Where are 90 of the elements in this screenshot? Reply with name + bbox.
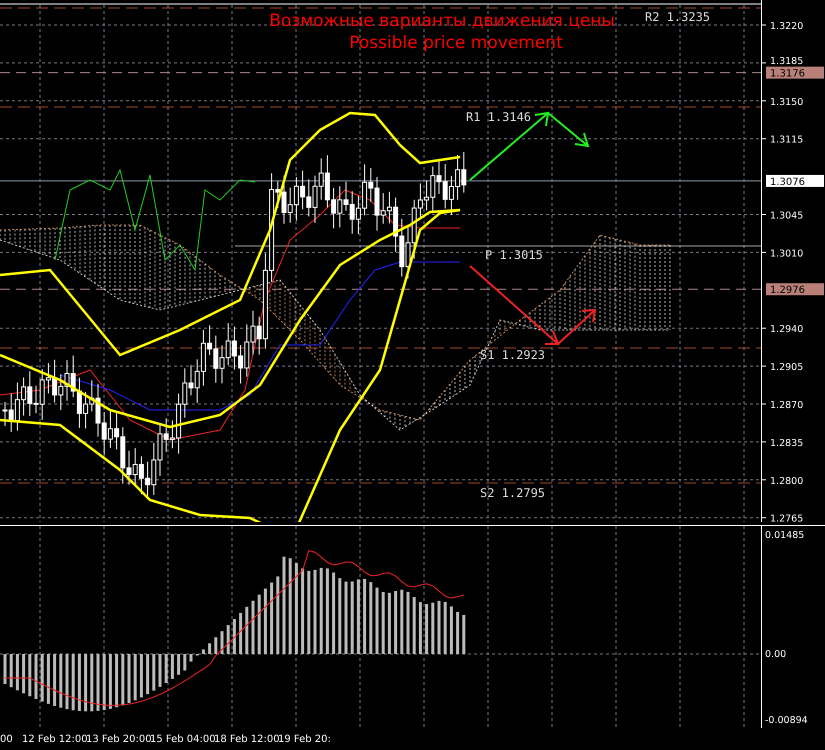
pivot-level-label: S2 1.2795 — [480, 486, 546, 500]
histogram-bar — [90, 654, 94, 712]
histogram-bar — [438, 600, 440, 654]
oscillator-tick-label: -0.00894 — [765, 715, 808, 726]
histogram-bar — [115, 654, 118, 708]
histogram-bar — [72, 654, 75, 710]
histogram-bar — [4, 654, 6, 684]
histogram-bar — [59, 654, 62, 708]
histogram-bar — [102, 654, 106, 710]
histogram-bar — [214, 637, 218, 654]
price-tag: 1.2976 — [766, 283, 824, 296]
time-axis-label: 12 Feb 12:00 — [22, 734, 86, 744]
histogram-bar — [183, 654, 186, 671]
histogram-bar — [16, 654, 19, 690]
price-tick-label: 1.3185 — [770, 56, 804, 67]
pivot-level-label: S1 1.2923 — [480, 348, 546, 362]
histogram-bar — [264, 588, 267, 654]
histogram-bar — [444, 602, 447, 654]
histogram-bar — [245, 606, 248, 654]
histogram-bar — [22, 654, 26, 694]
histogram-bar — [140, 654, 143, 698]
histogram-bar — [382, 592, 385, 654]
histogram-bar — [134, 654, 137, 700]
histogram-bar — [232, 619, 236, 654]
histogram-bar — [177, 654, 180, 675]
histogram-bar — [418, 602, 422, 654]
price-tick-label: 1.3115 — [770, 134, 804, 146]
histogram-bar — [78, 654, 81, 711]
histogram-bar — [190, 654, 192, 662]
time-axis-label: 00 — [0, 734, 14, 744]
histogram-bar — [10, 654, 13, 688]
histogram-bar — [146, 654, 150, 694]
price-tick-label: 1.2765 — [770, 514, 804, 522]
histogram-bar — [450, 606, 453, 654]
histogram-bar — [152, 654, 156, 691]
histogram-bar — [28, 654, 32, 696]
histogram-bar — [252, 600, 254, 654]
histogram-bar — [425, 604, 428, 654]
price-tick-label: 1.3045 — [770, 210, 804, 222]
histogram-bar — [400, 590, 404, 654]
histogram-bar — [202, 649, 205, 654]
price-tick-label: 1.2870 — [770, 400, 804, 411]
histogram-bar — [170, 654, 174, 679]
histogram-bar — [226, 625, 230, 654]
histogram-bar — [239, 612, 242, 654]
chart-title: Возможные варианты движения цены — [269, 11, 615, 31]
histogram-bar — [406, 592, 410, 654]
histogram-bar — [40, 654, 44, 702]
histogram-bar — [34, 654, 38, 699]
price-tag: 1.3176 — [766, 66, 824, 80]
price-tick-label: 1.2835 — [770, 438, 804, 449]
histogram-bar — [46, 654, 50, 704]
time-axis-label: 19 Feb 20: — [278, 734, 332, 744]
histogram-bar — [164, 654, 168, 683]
time-axis-label: 15 Feb 04:00 — [150, 734, 214, 744]
price-tick-label: 1.3220 — [770, 21, 804, 32]
price-tick-label: 1.2800 — [770, 476, 804, 487]
price-tag: 1.3076 — [766, 174, 824, 188]
pivot-level-label: R2 1.3235 — [645, 10, 710, 24]
histogram-bar — [270, 582, 274, 654]
oscillator-tick-label: 0.01485 — [765, 530, 804, 541]
price-tick-label: 1.2905 — [770, 362, 804, 374]
histogram-bar — [220, 631, 224, 654]
chart-subtitle: Possible price movement — [349, 33, 563, 53]
histogram-bar — [388, 592, 391, 654]
price-tick-label: 1.3010 — [770, 248, 804, 260]
time-axis-label: 13 Feb 20:00 — [86, 734, 150, 744]
histogram-bar — [84, 654, 88, 712]
oscillator-tick-label: 0.00 — [765, 649, 786, 660]
histogram-bar — [108, 654, 112, 709]
histogram-bar — [121, 654, 124, 706]
histogram-bar — [258, 594, 261, 654]
histogram-bar — [462, 614, 466, 654]
histogram-bar — [369, 582, 372, 654]
histogram-bar — [456, 612, 460, 654]
pivot-level-label: R1 1.3146 — [466, 110, 532, 124]
histogram-bar — [53, 654, 56, 706]
histogram-bar — [66, 654, 68, 710]
histogram-bar — [394, 591, 398, 654]
histogram-bar — [128, 654, 130, 703]
histogram-bar — [431, 602, 434, 654]
histogram-bar — [158, 654, 162, 687]
price-tick-label: 1.3150 — [770, 96, 804, 108]
time-axis-label: 18 Feb 12:00 — [214, 734, 278, 744]
pivot-level-label: P 1.3015 — [485, 248, 543, 262]
histogram-bar — [208, 643, 212, 654]
histogram-bar — [376, 588, 378, 654]
histogram-bar — [412, 597, 416, 654]
histogram-bar — [96, 654, 100, 711]
price-tick-label: 1.2940 — [770, 324, 804, 336]
